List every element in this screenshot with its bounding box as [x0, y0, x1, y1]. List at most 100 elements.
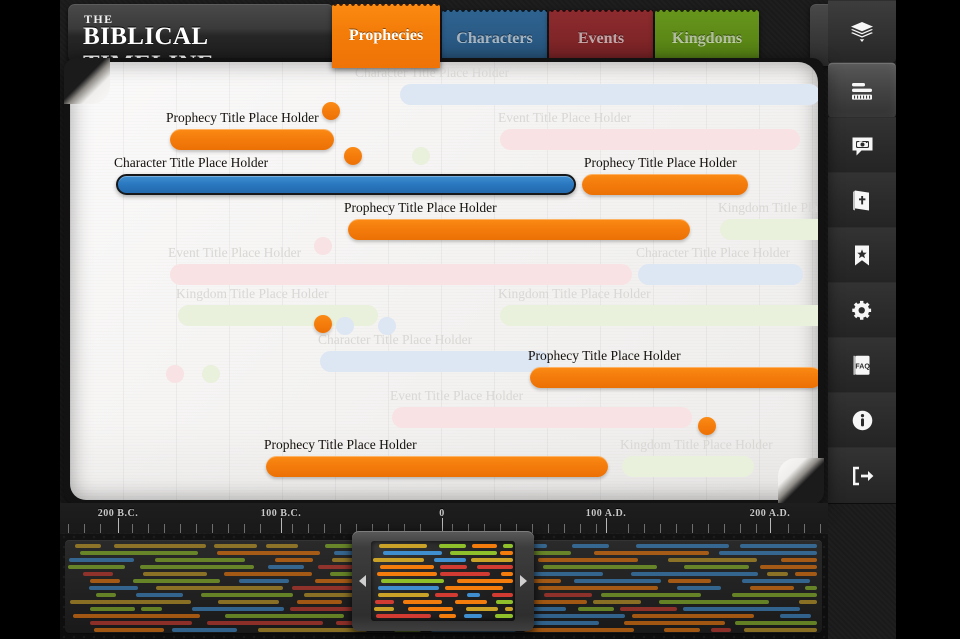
ruler-label: 0 — [439, 508, 445, 519]
rail-button-exit[interactable] — [828, 447, 896, 504]
timeline-bar-character[interactable] — [320, 351, 550, 372]
minimap-bar — [214, 544, 257, 548]
minimap-bar — [677, 586, 721, 590]
minimap-bar — [631, 572, 758, 576]
viewport-preview-bar — [495, 614, 513, 618]
minimap-bar — [90, 607, 135, 611]
timeline-bar-character[interactable] — [638, 264, 803, 285]
minimap-bar — [805, 586, 817, 590]
timeline-bar-prophecy[interactable] — [348, 219, 690, 240]
minimap-bar — [143, 572, 207, 576]
ruler-minor-tick — [756, 524, 757, 533]
timeline-point-marker[interactable] — [202, 365, 220, 383]
viewport-preview-bar — [467, 593, 480, 597]
viewport-preview-bar — [403, 600, 442, 604]
timeline-point-marker[interactable] — [166, 365, 184, 383]
timeline-point-marker[interactable] — [322, 102, 340, 120]
minimap-bar — [172, 628, 237, 632]
rail-button-bookmark[interactable] — [828, 227, 896, 284]
timeline-point-marker[interactable] — [314, 315, 332, 333]
tab-scallop-edge — [549, 10, 653, 16]
bar-label-kingdom: Kingdom Title Place Holder — [498, 286, 651, 301]
minimap-bar — [624, 621, 725, 625]
timeline-bar-kingdom[interactable] — [622, 456, 754, 477]
minimap-bar — [275, 558, 313, 562]
minimap-bar — [683, 607, 800, 611]
layers-icon — [850, 22, 874, 42]
timeline-bar-prophecy[interactable] — [530, 367, 818, 388]
bar-label-prophecy: Prophecy Title Place Holder — [584, 155, 737, 170]
timeline-bar-prophecy[interactable] — [582, 174, 748, 195]
time-ruler[interactable]: 200 B.C. 100 B.C. 0 100 A.D. 200 A.D. — [60, 503, 828, 533]
viewport-preview-bar — [378, 586, 439, 590]
viewport-preview-bar — [466, 607, 498, 611]
minimap-bar — [664, 628, 700, 632]
rail-button-timeline[interactable] — [828, 62, 896, 119]
viewport-preview-bar — [383, 551, 442, 555]
timeline-point-marker[interactable] — [336, 317, 354, 335]
tab-scallop-edge — [655, 10, 759, 16]
timeline-point-marker[interactable] — [378, 317, 396, 335]
ruler-minor-tick — [68, 524, 69, 533]
ruler-minor-tick — [788, 524, 789, 533]
timeline-bar-character[interactable] — [400, 84, 818, 105]
minimap-bar — [90, 621, 192, 625]
minimap-viewport-selector[interactable] — [352, 531, 534, 631]
ruler-minor-tick — [532, 524, 533, 533]
rail-button-info[interactable] — [828, 392, 896, 449]
viewport-preview-bar — [503, 544, 513, 548]
minimap-bar — [156, 586, 283, 590]
ruler-minor-tick — [340, 524, 341, 533]
rail-button-media[interactable] — [828, 117, 896, 174]
timeline-bar-prophecy[interactable] — [170, 129, 334, 150]
timeline-bar-character[interactable] — [116, 174, 576, 195]
viewport-preview-bar — [492, 593, 513, 597]
minimap-bar — [90, 579, 120, 583]
chevron-right-icon[interactable] — [520, 575, 527, 587]
rail-button-faq[interactable]: FAQ — [828, 337, 896, 394]
bible-icon — [852, 189, 872, 212]
timeline-bar-kingdom[interactable] — [500, 305, 818, 326]
minimap-bar — [668, 558, 757, 562]
ruler-minor-tick — [84, 524, 85, 533]
chevron-left-icon[interactable] — [359, 575, 366, 587]
viewport-preview-bar — [440, 565, 467, 569]
ruler-minor-tick — [724, 524, 725, 533]
app-root: THE BIBLICAL TIMELINE Prophecies Characte… — [0, 0, 960, 639]
minimap-bar — [593, 600, 641, 604]
bar-label-kingdom: Kingdom Title Place Holder — [718, 200, 818, 215]
rail-button-layers[interactable] — [828, 0, 896, 64]
minimap-bar — [742, 579, 810, 583]
timeline-bar-event[interactable] — [170, 264, 632, 285]
minimap-bar — [94, 628, 164, 632]
ruler-label: 200 A.D. — [749, 508, 791, 519]
viewport-preview-bar — [377, 572, 437, 576]
viewport-preview-bar — [505, 607, 513, 611]
ruler-minor-tick — [660, 524, 661, 533]
minimap-bar — [297, 600, 342, 604]
timeline-point-marker[interactable] — [412, 147, 430, 165]
minimap-bar — [780, 614, 811, 618]
bar-label-prophecy: Prophecy Title Place Holder — [264, 437, 417, 452]
timeline-bar-prophecy[interactable] — [266, 456, 608, 477]
tool-rail: FAQ — [828, 0, 896, 505]
minimap-bar — [659, 600, 769, 604]
minimap-bar — [711, 628, 731, 632]
rail-button-bible[interactable] — [828, 172, 896, 229]
viewport-preview-bar — [379, 544, 427, 548]
settings-icon — [851, 299, 874, 322]
timeline-bar-kingdom[interactable] — [720, 219, 818, 240]
timeline-point-marker[interactable] — [344, 147, 362, 165]
ruler-minor-tick — [548, 524, 549, 533]
tab-prophecies[interactable]: Prophecies — [332, 4, 440, 68]
rail-button-gear[interactable] — [828, 282, 896, 339]
viewport-preview-bar — [376, 614, 431, 618]
minimap-bar — [80, 551, 198, 555]
timeline-point-marker[interactable] — [698, 417, 716, 435]
viewport-preview-bar — [439, 614, 456, 618]
timeline-bar-event[interactable] — [392, 407, 692, 428]
timeline-bar-event[interactable] — [500, 129, 800, 150]
timeline-point-marker[interactable] — [314, 237, 332, 255]
minimap-bar — [636, 544, 729, 548]
timeline-canvas[interactable]: Character Title Place Holder Event Title … — [70, 62, 818, 500]
